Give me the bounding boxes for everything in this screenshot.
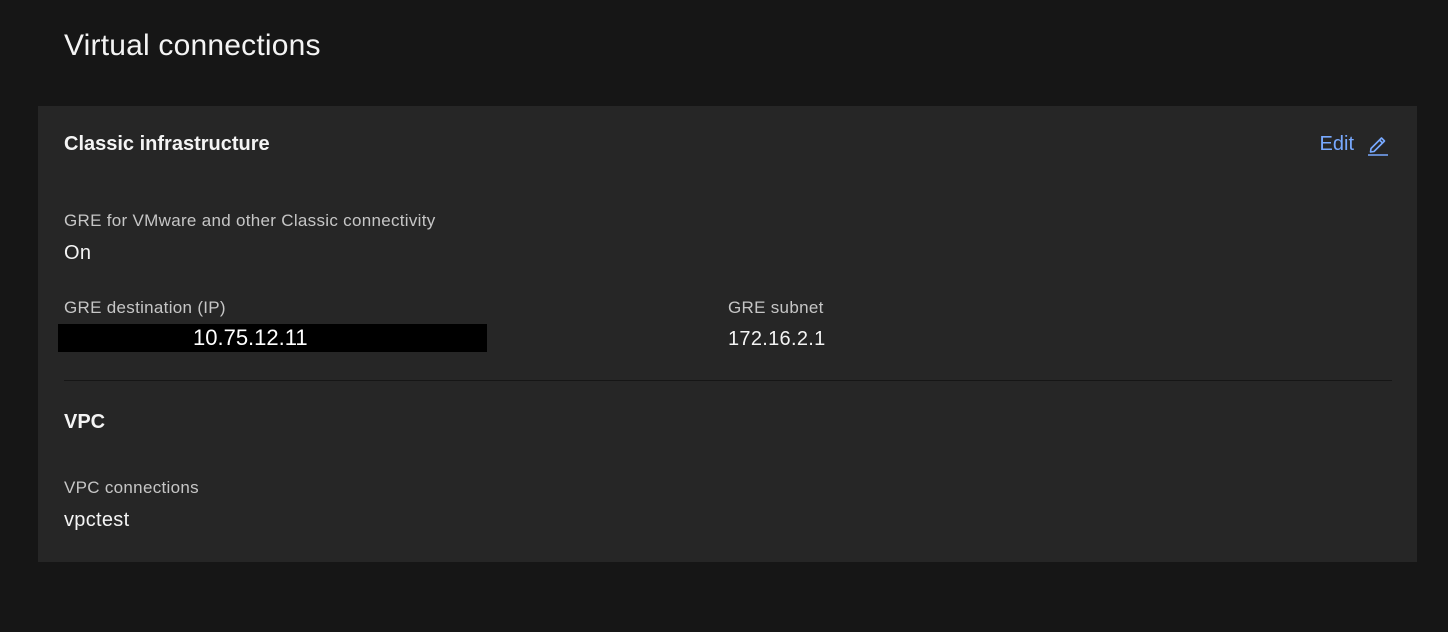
classic-infrastructure-title: Classic infrastructure: [64, 133, 270, 155]
edit-label: Edit: [1319, 133, 1354, 155]
vpc-title: VPC: [64, 411, 106, 433]
gre-connectivity-label: GRE for VMware and other Classic connect…: [64, 211, 436, 230]
vpc-connections-value: vpctest: [64, 509, 130, 531]
edit-button[interactable]: Edit: [1320, 130, 1390, 158]
gre-destination-label: GRE destination (IP): [64, 298, 226, 317]
gre-connectivity-value: On: [64, 242, 92, 264]
gre-destination-ip: 10.75.12.11: [193, 325, 308, 350]
virtual-connections-page: Virtual connections Classic infrastructu…: [0, 0, 1448, 632]
pencil-icon: [1366, 132, 1390, 156]
gre-subnet-value: 172.16.2.1: [728, 328, 826, 350]
page-title: Virtual connections: [64, 29, 321, 62]
gre-subnet-label: GRE subnet: [728, 298, 824, 317]
gre-destination-value: 10.75.12.11: [58, 324, 487, 352]
connections-card: Classic infrastructure Edit GRE for VMwa…: [38, 106, 1417, 562]
section-divider: [64, 380, 1392, 381]
vpc-connections-label: VPC connections: [64, 478, 199, 497]
